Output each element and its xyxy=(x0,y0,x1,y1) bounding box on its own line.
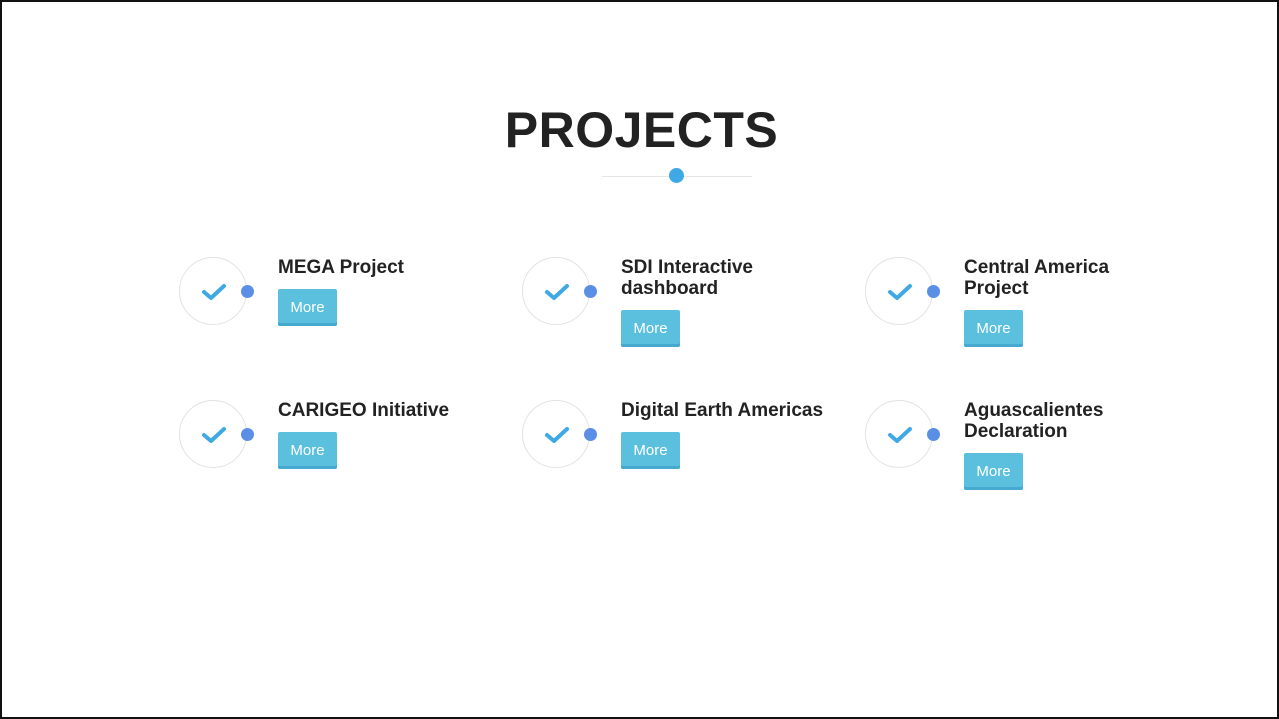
check-badge xyxy=(522,257,590,325)
check-icon xyxy=(545,427,569,443)
page-frame: PROJECTS MEGA Project More SDI Interacti… xyxy=(0,0,1279,719)
project-item-sdi: SDI Interactive dashboard More xyxy=(522,257,822,367)
check-badge xyxy=(865,400,933,468)
check-badge xyxy=(179,400,247,468)
more-button[interactable]: More xyxy=(964,310,1023,347)
title-divider-dot xyxy=(669,168,684,183)
more-button[interactable]: More xyxy=(964,453,1023,490)
more-button[interactable]: More xyxy=(278,432,337,469)
badge-dot xyxy=(927,428,940,441)
badge-dot xyxy=(241,285,254,298)
project-item-mega: MEGA Project More xyxy=(179,257,479,367)
badge-dot xyxy=(927,285,940,298)
project-title: CARIGEO Initiative xyxy=(278,400,450,421)
project-title: SDI Interactive dashboard xyxy=(621,257,753,299)
check-icon xyxy=(888,427,912,443)
project-title: Digital Earth Americas xyxy=(621,400,824,421)
page-title: PROJECTS xyxy=(504,102,779,158)
check-icon xyxy=(545,284,569,300)
project-item-central-america: Central America Project More xyxy=(865,257,1165,367)
badge-dot xyxy=(584,285,597,298)
check-badge xyxy=(179,257,247,325)
check-icon xyxy=(202,284,226,300)
check-icon xyxy=(202,427,226,443)
badge-dot xyxy=(584,428,597,441)
more-button[interactable]: More xyxy=(621,310,680,347)
more-button[interactable]: More xyxy=(278,289,337,326)
check-icon xyxy=(888,284,912,300)
project-item-digital-earth: Digital Earth Americas More xyxy=(522,400,823,510)
check-badge xyxy=(865,257,933,325)
project-title: Central America Project xyxy=(964,257,1110,299)
project-item-aguascalientes: Aguascalientes Declaration More xyxy=(865,400,1165,510)
badge-dot xyxy=(241,428,254,441)
project-title: Aguascalientes Declaration xyxy=(964,400,1104,442)
check-badge xyxy=(522,400,590,468)
project-item-carigeo: CARIGEO Initiative More xyxy=(179,400,479,510)
more-button[interactable]: More xyxy=(621,432,680,469)
project-title: MEGA Project xyxy=(278,257,404,278)
